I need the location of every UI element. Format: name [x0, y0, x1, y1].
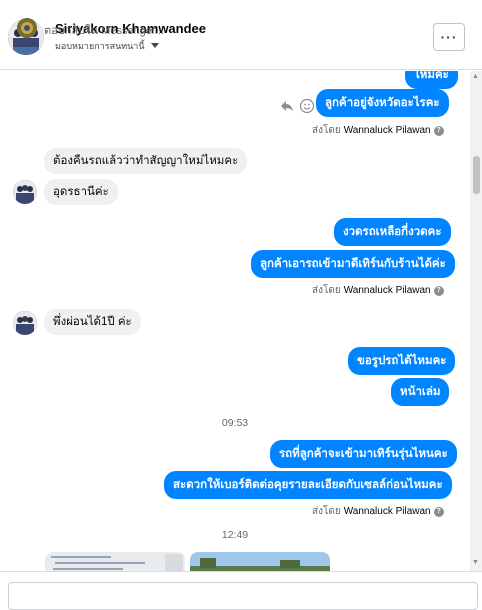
message-outgoing[interactable]: สะดวกให้เบอร์ติดต่อคุยรายละเอียดกับเซลล์… [164, 471, 452, 499]
message-outgoing[interactable]: รถที่ลูกค้าจะเข้ามาเทิร์นรุ่นไหนคะ [270, 440, 457, 468]
sent-by-name: Wannaluck Pilawan [343, 285, 431, 296]
message-actions [279, 98, 315, 114]
contact-avatar [13, 180, 37, 204]
scrollbar-track[interactable] [470, 71, 482, 571]
message-thread[interactable]: ไหมคะ ลูกค้าอยู่จังหวัดอะไรคะ ส่งโดย Wan… [0, 71, 470, 571]
message-incoming[interactable]: พึ่งผ่อนได้1ปี ค่ะ [44, 309, 141, 335]
reply-input-box[interactable] [8, 582, 478, 610]
composer-bar [0, 571, 482, 610]
message-outgoing[interactable]: งวดรถเหลือกี่งวดคะ [334, 218, 451, 246]
reply-icon[interactable] [279, 98, 295, 114]
sent-by-name: Wannaluck Pilawan [343, 125, 431, 136]
caret-down-icon [150, 43, 159, 48]
message-outgoing[interactable]: ลูกค้าอยู่จังหวัดอะไรคะ [316, 89, 449, 117]
sent-by-name: Wannaluck Pilawan [343, 506, 431, 517]
scrollbar-thumb[interactable] [473, 156, 480, 194]
message-incoming[interactable]: ต้องคืนรถแล้วว่าทำสัญญาใหม่ไหมคะ [44, 148, 248, 174]
help-icon[interactable]: ? [433, 285, 444, 296]
sent-by-prefix: ส่งโดย [312, 285, 341, 296]
message-outgoing[interactable]: ลูกค้าเอารถเข้ามาดีเทิร์นกับร้านได้ค่ะ [251, 250, 455, 278]
message-outgoing[interactable]: ขอรูปรถได้ไหมคะ [348, 347, 456, 375]
message-outgoing[interactable]: ไหมคะ [405, 71, 458, 89]
contact-avatar [13, 311, 37, 335]
sent-by-label: ส่งโดย Wannaluck Pilawan ? [312, 123, 444, 138]
timestamp-separator: 12:49 [221, 529, 249, 541]
sent-by-label: ส่งโดย Wannaluck Pilawan ? [312, 504, 444, 519]
scroll-down-arrow-icon[interactable]: ▼ [472, 559, 479, 566]
sent-by-prefix: ส่งโดย [312, 125, 341, 136]
help-icon[interactable]: ? [433, 506, 444, 517]
help-icon[interactable]: ? [433, 125, 444, 136]
more-options-button[interactable]: ··· [433, 23, 465, 51]
assign-label: มอบหมายการสนทนานี้ [55, 41, 145, 51]
sent-by-label: ส่งโดย Wannaluck Pilawan ? [312, 283, 444, 298]
page-avatar [17, 18, 37, 38]
message-outgoing[interactable]: หน้าเล่ม [391, 378, 450, 406]
message-incoming[interactable]: อุดรธานีค่ะ [44, 179, 118, 205]
assign-conversation-dropdown[interactable]: มอบหมายการสนทนานี้ [55, 39, 159, 53]
timestamp-separator: 09:53 [221, 417, 249, 429]
reply-input[interactable]: ตอบกลับใน Messenger... [44, 21, 164, 39]
emoji-reaction-icon[interactable] [299, 98, 315, 114]
sent-by-prefix: ส่งโดย [312, 506, 341, 517]
scroll-up-arrow-icon[interactable]: ▲ [472, 73, 479, 80]
